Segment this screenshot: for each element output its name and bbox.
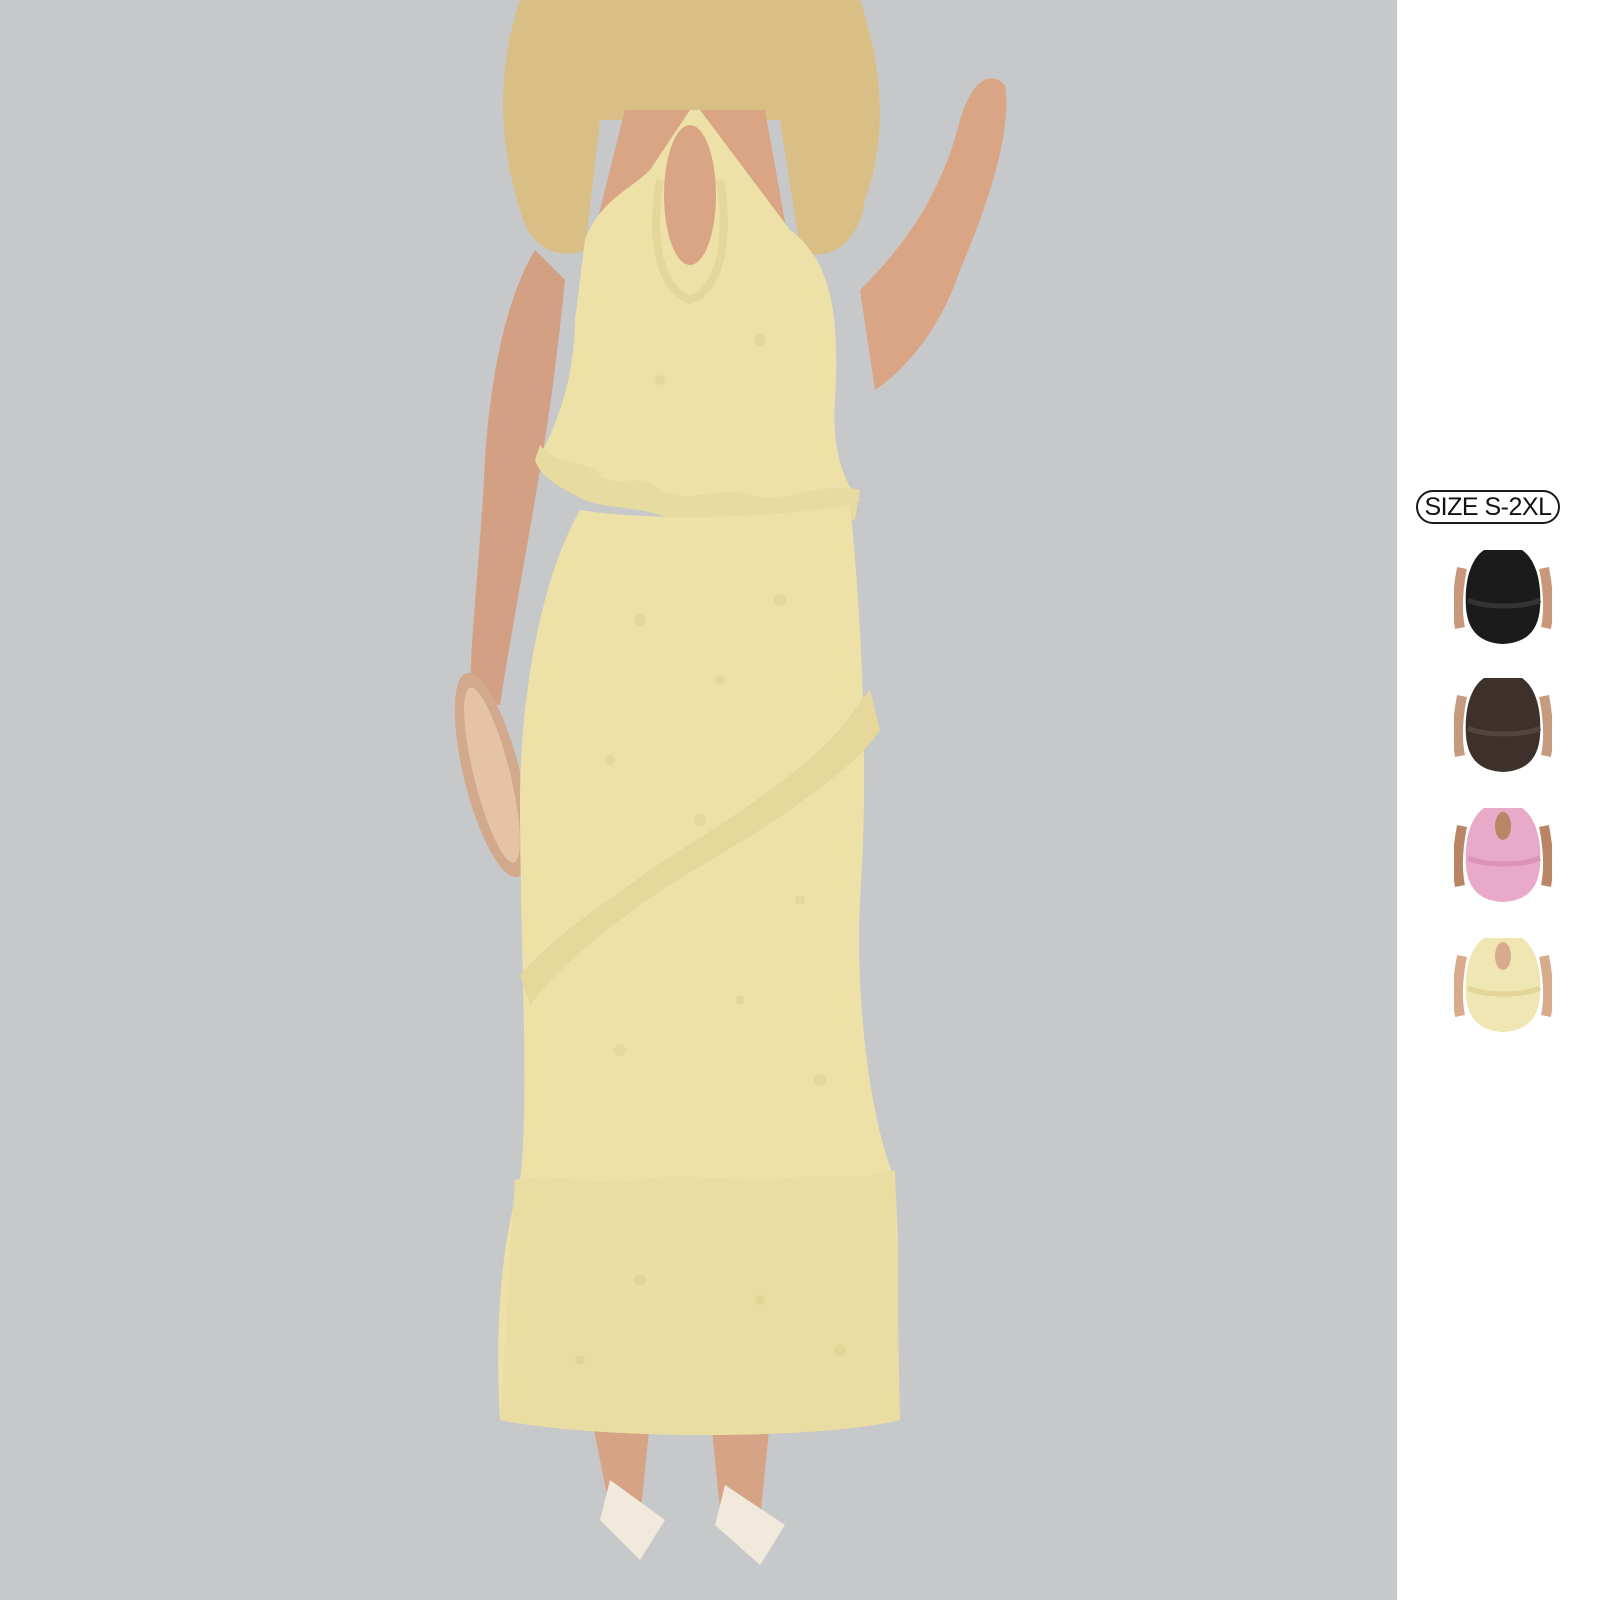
- model-figure: [454, 0, 1007, 1565]
- swatch-black-thumbnail: [1454, 550, 1552, 644]
- color-swatch-cream[interactable]: [1454, 936, 1552, 1036]
- color-options-panel: [1397, 0, 1600, 1600]
- swatch-brown-thumbnail: [1454, 678, 1552, 772]
- swatch-pink-thumbnail: [1454, 808, 1552, 902]
- color-swatch-brown[interactable]: [1454, 676, 1552, 776]
- skirt-hem-ruffle: [500, 1170, 900, 1435]
- product-photo: [0, 0, 1397, 1600]
- size-range-badge: SIZE S-2XL: [1416, 490, 1560, 524]
- color-swatch-black[interactable]: [1454, 548, 1552, 648]
- keyhole-cutout: [664, 125, 716, 265]
- right-arm: [860, 78, 1007, 390]
- color-swatch-pink[interactable]: [1454, 806, 1552, 906]
- swatch-cream-thumbnail: [1454, 938, 1552, 1032]
